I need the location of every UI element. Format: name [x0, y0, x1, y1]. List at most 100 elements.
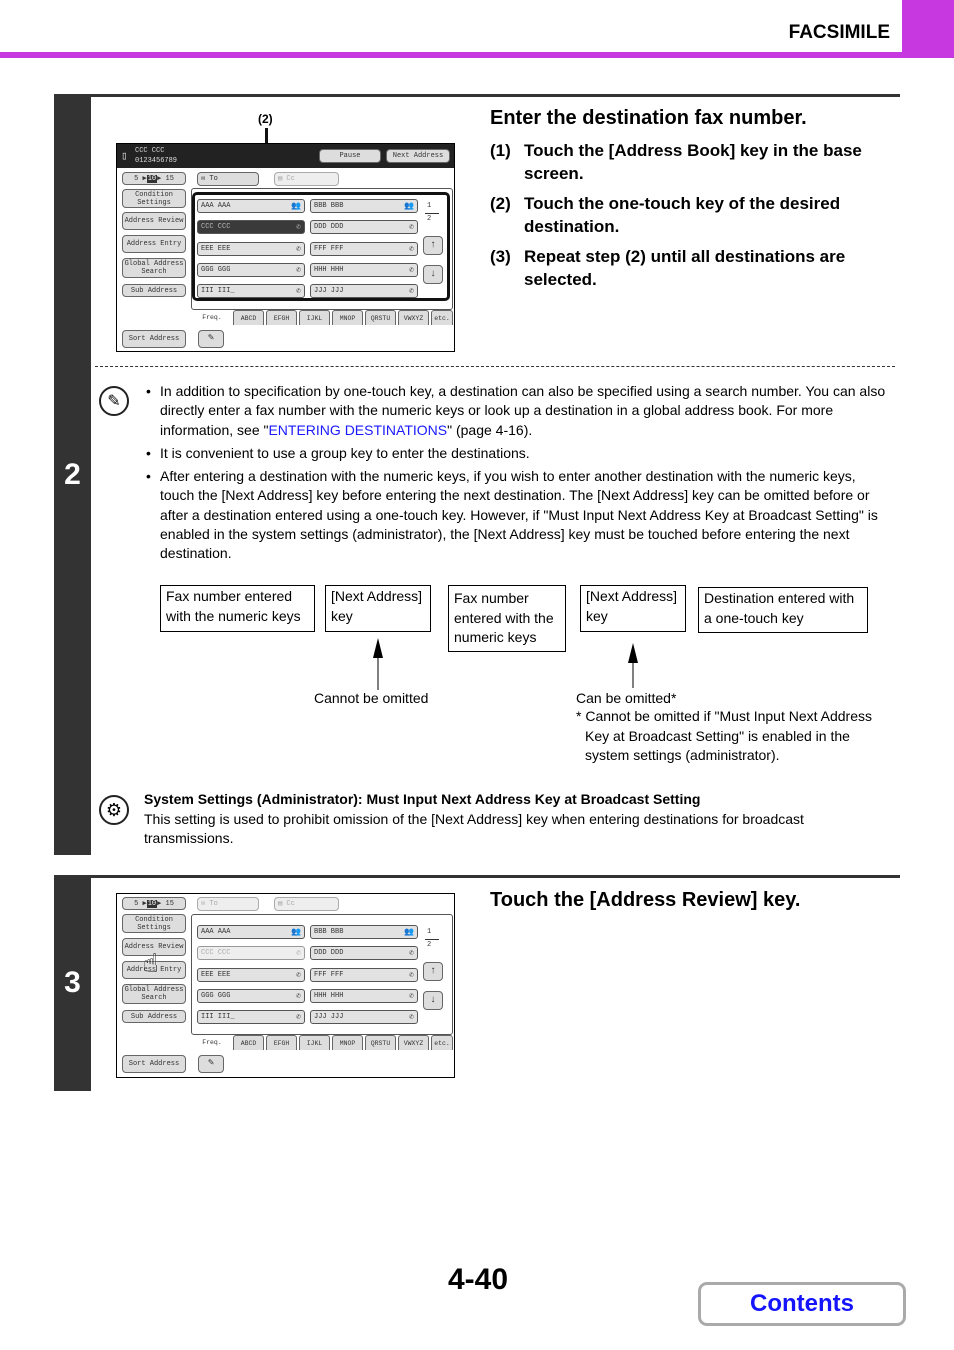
header-bar	[0, 52, 954, 58]
dest-number: 0123456789	[135, 157, 178, 165]
index-tab[interactable]: ABCD	[233, 310, 264, 325]
one-touch-key-label: BBB BBB	[314, 202, 344, 210]
one-touch-key[interactable]: EEE EEE ✆	[197, 241, 305, 256]
one-touch-key[interactable]: JJJ JJJ ✆	[310, 284, 418, 299]
index-tab[interactable]: EFGH	[266, 1035, 297, 1050]
to-button[interactable]: ✉ To	[197, 172, 259, 186]
display-count-button[interactable]: 5 ▶ 10 ▶ 15	[122, 172, 186, 185]
diagram-box-next-address: [Next Address] key	[580, 585, 686, 632]
one-touch-key[interactable]: GGG GGG ✆	[197, 988, 305, 1003]
one-touch-key[interactable]: CCC CCC ✆	[197, 946, 305, 961]
diagram-box-one-touch: Destination entered with a one-touch key	[698, 587, 868, 633]
one-touch-key[interactable]: HHH HHH ✆	[310, 988, 418, 1003]
one-touch-key[interactable]: FFF FFF ✆	[310, 967, 418, 982]
note-item: • It is convenient to use a group key to …	[146, 444, 891, 463]
address-entry-button[interactable]: Address Entry	[122, 235, 186, 253]
touch-panel-address-review: 5 ▶ 10 ▶ 15 ✉ To ▤ Cc Condition Settings A…	[116, 893, 455, 1078]
one-touch-key[interactable]: III III_ ✆	[197, 1010, 305, 1025]
scroll-up-button[interactable]: ↑	[423, 962, 443, 981]
note-text: " (page 4-16).	[447, 421, 533, 438]
phone-icon: ✆	[409, 287, 414, 297]
cc-button[interactable]: ▤ Cc	[274, 172, 339, 186]
scroll-down-button[interactable]: ↓	[423, 265, 443, 284]
page-current: 1	[427, 202, 432, 210]
header-tab	[902, 0, 954, 58]
address-review-button[interactable]: Address Review	[122, 212, 186, 230]
contents-button[interactable]: Contents	[698, 1282, 906, 1326]
sort-address-button[interactable]: Sort Address	[122, 330, 186, 348]
to-button[interactable]: ✉ To	[197, 897, 259, 911]
one-touch-key[interactable]: DDD DDD ✆	[310, 946, 418, 961]
index-tab[interactable]: MNOP	[332, 1035, 363, 1050]
index-tab[interactable]: IJKL	[299, 310, 330, 325]
system-settings-text: This setting is used to prohibit omissio…	[144, 810, 804, 847]
diagram-box-fax-numeric: Fax number entered with the numeric keys	[160, 585, 315, 632]
global-address-search-button[interactable]: Global Address Search	[122, 258, 186, 278]
diagram-box-next-address: [Next Address] key	[325, 585, 431, 632]
index-tab[interactable]: MNOP	[332, 310, 363, 325]
pause-button[interactable]: Pause	[319, 149, 381, 163]
phone-icon: ✆	[409, 223, 414, 233]
pencil-icon: ✎	[99, 386, 129, 416]
index-tab[interactable]: etc.	[431, 1035, 453, 1050]
index-tab[interactable]: etc.	[431, 310, 453, 325]
one-touch-key[interactable]: DDD DDD ✆	[310, 220, 418, 235]
group-icon: 👥	[291, 202, 301, 211]
cc-button[interactable]: ▤ Cc	[274, 897, 339, 911]
condition-settings-button[interactable]: Condition Settings	[122, 189, 186, 208]
group-icon: 👥	[291, 928, 301, 937]
substep: (1) Touch the [Address Book] key in the b…	[490, 139, 890, 185]
one-touch-key[interactable]: HHH HHH ✆	[310, 262, 418, 277]
index-tab[interactable]: QRSTU	[365, 310, 396, 325]
display-count-button[interactable]: 5 ▶ 10 ▶ 15	[122, 897, 186, 910]
sub-address-button[interactable]: Sub Address	[122, 1010, 186, 1023]
system-settings-note: System Settings (Administrator): Must In…	[144, 790, 864, 849]
cc-icon: ▤	[278, 900, 283, 908]
one-touch-key[interactable]: CCC CCC ✆	[197, 220, 305, 235]
edit-icon[interactable]: ✎	[198, 1055, 224, 1073]
one-touch-key[interactable]: EEE EEE ✆	[197, 967, 305, 982]
phone-icon: ✆	[296, 244, 301, 254]
phone-icon: ✆	[296, 265, 301, 275]
one-touch-key[interactable]: GGG GGG ✆	[197, 262, 305, 277]
scroll-up-button[interactable]: ↑	[423, 236, 443, 255]
one-touch-key[interactable]: FFF FFF ✆	[310, 241, 418, 256]
scroll-down-button[interactable]: ↓	[423, 991, 443, 1010]
index-tab[interactable]: Freq.	[193, 1035, 231, 1050]
edit-icon[interactable]: ✎	[198, 330, 224, 348]
one-touch-key[interactable]: AAA AAA 👥	[197, 925, 305, 939]
global-address-search-button[interactable]: Global Address Search	[122, 984, 186, 1004]
one-touch-key[interactable]: BBB BBB 👥	[310, 925, 418, 939]
sort-address-button[interactable]: Sort Address	[122, 1055, 186, 1073]
cannot-omit-label: Cannot be omitted	[314, 690, 429, 706]
one-touch-key-label: FFF FFF	[314, 970, 344, 979]
index-tab[interactable]: EFGH	[266, 310, 297, 325]
note-item: • After entering a destination with the n…	[146, 467, 891, 563]
index-tab[interactable]: VWXYZ	[398, 1035, 429, 1050]
one-touch-key-label: GGG GGG	[201, 265, 231, 274]
index-tab[interactable]: ABCD	[233, 1035, 264, 1050]
sub-address-button[interactable]: Sub Address	[122, 284, 186, 297]
one-touch-key[interactable]: AAA AAA 👥	[197, 199, 305, 213]
index-tab[interactable]: IJKL	[299, 1035, 330, 1050]
index-tab[interactable]: QRSTU	[365, 1035, 396, 1050]
phone-icon: ✆	[409, 265, 414, 275]
group-icon: 👥	[404, 928, 414, 937]
index-tab[interactable]: Freq.	[193, 310, 231, 325]
entering-destinations-link[interactable]: ENTERING DESTINATIONS	[268, 422, 447, 438]
condition-settings-button[interactable]: Condition Settings	[122, 914, 186, 933]
touch-panel-address-book: ▯ CCC CCC 0123456789 Pause Next Address …	[116, 143, 455, 352]
one-touch-key-label: CCC CCC	[201, 949, 231, 958]
one-touch-key[interactable]: III III_ ✆	[197, 284, 305, 299]
substep: (2) Touch the one-touch key of the desire…	[490, 192, 890, 238]
substep-num: (3)	[490, 247, 511, 266]
index-tab[interactable]: VWXYZ	[398, 310, 429, 325]
envelope-icon: ✉	[201, 900, 206, 908]
one-touch-key-label: III III_	[201, 287, 235, 296]
next-address-button[interactable]: Next Address	[386, 149, 450, 163]
page-total: 2	[427, 215, 432, 223]
one-touch-key[interactable]: BBB BBB 👥	[310, 199, 418, 213]
one-touch-key[interactable]: JJJ JJJ ✆	[310, 1010, 418, 1025]
envelope-icon: ✉	[201, 175, 206, 183]
phone-icon: ✆	[409, 991, 414, 1001]
